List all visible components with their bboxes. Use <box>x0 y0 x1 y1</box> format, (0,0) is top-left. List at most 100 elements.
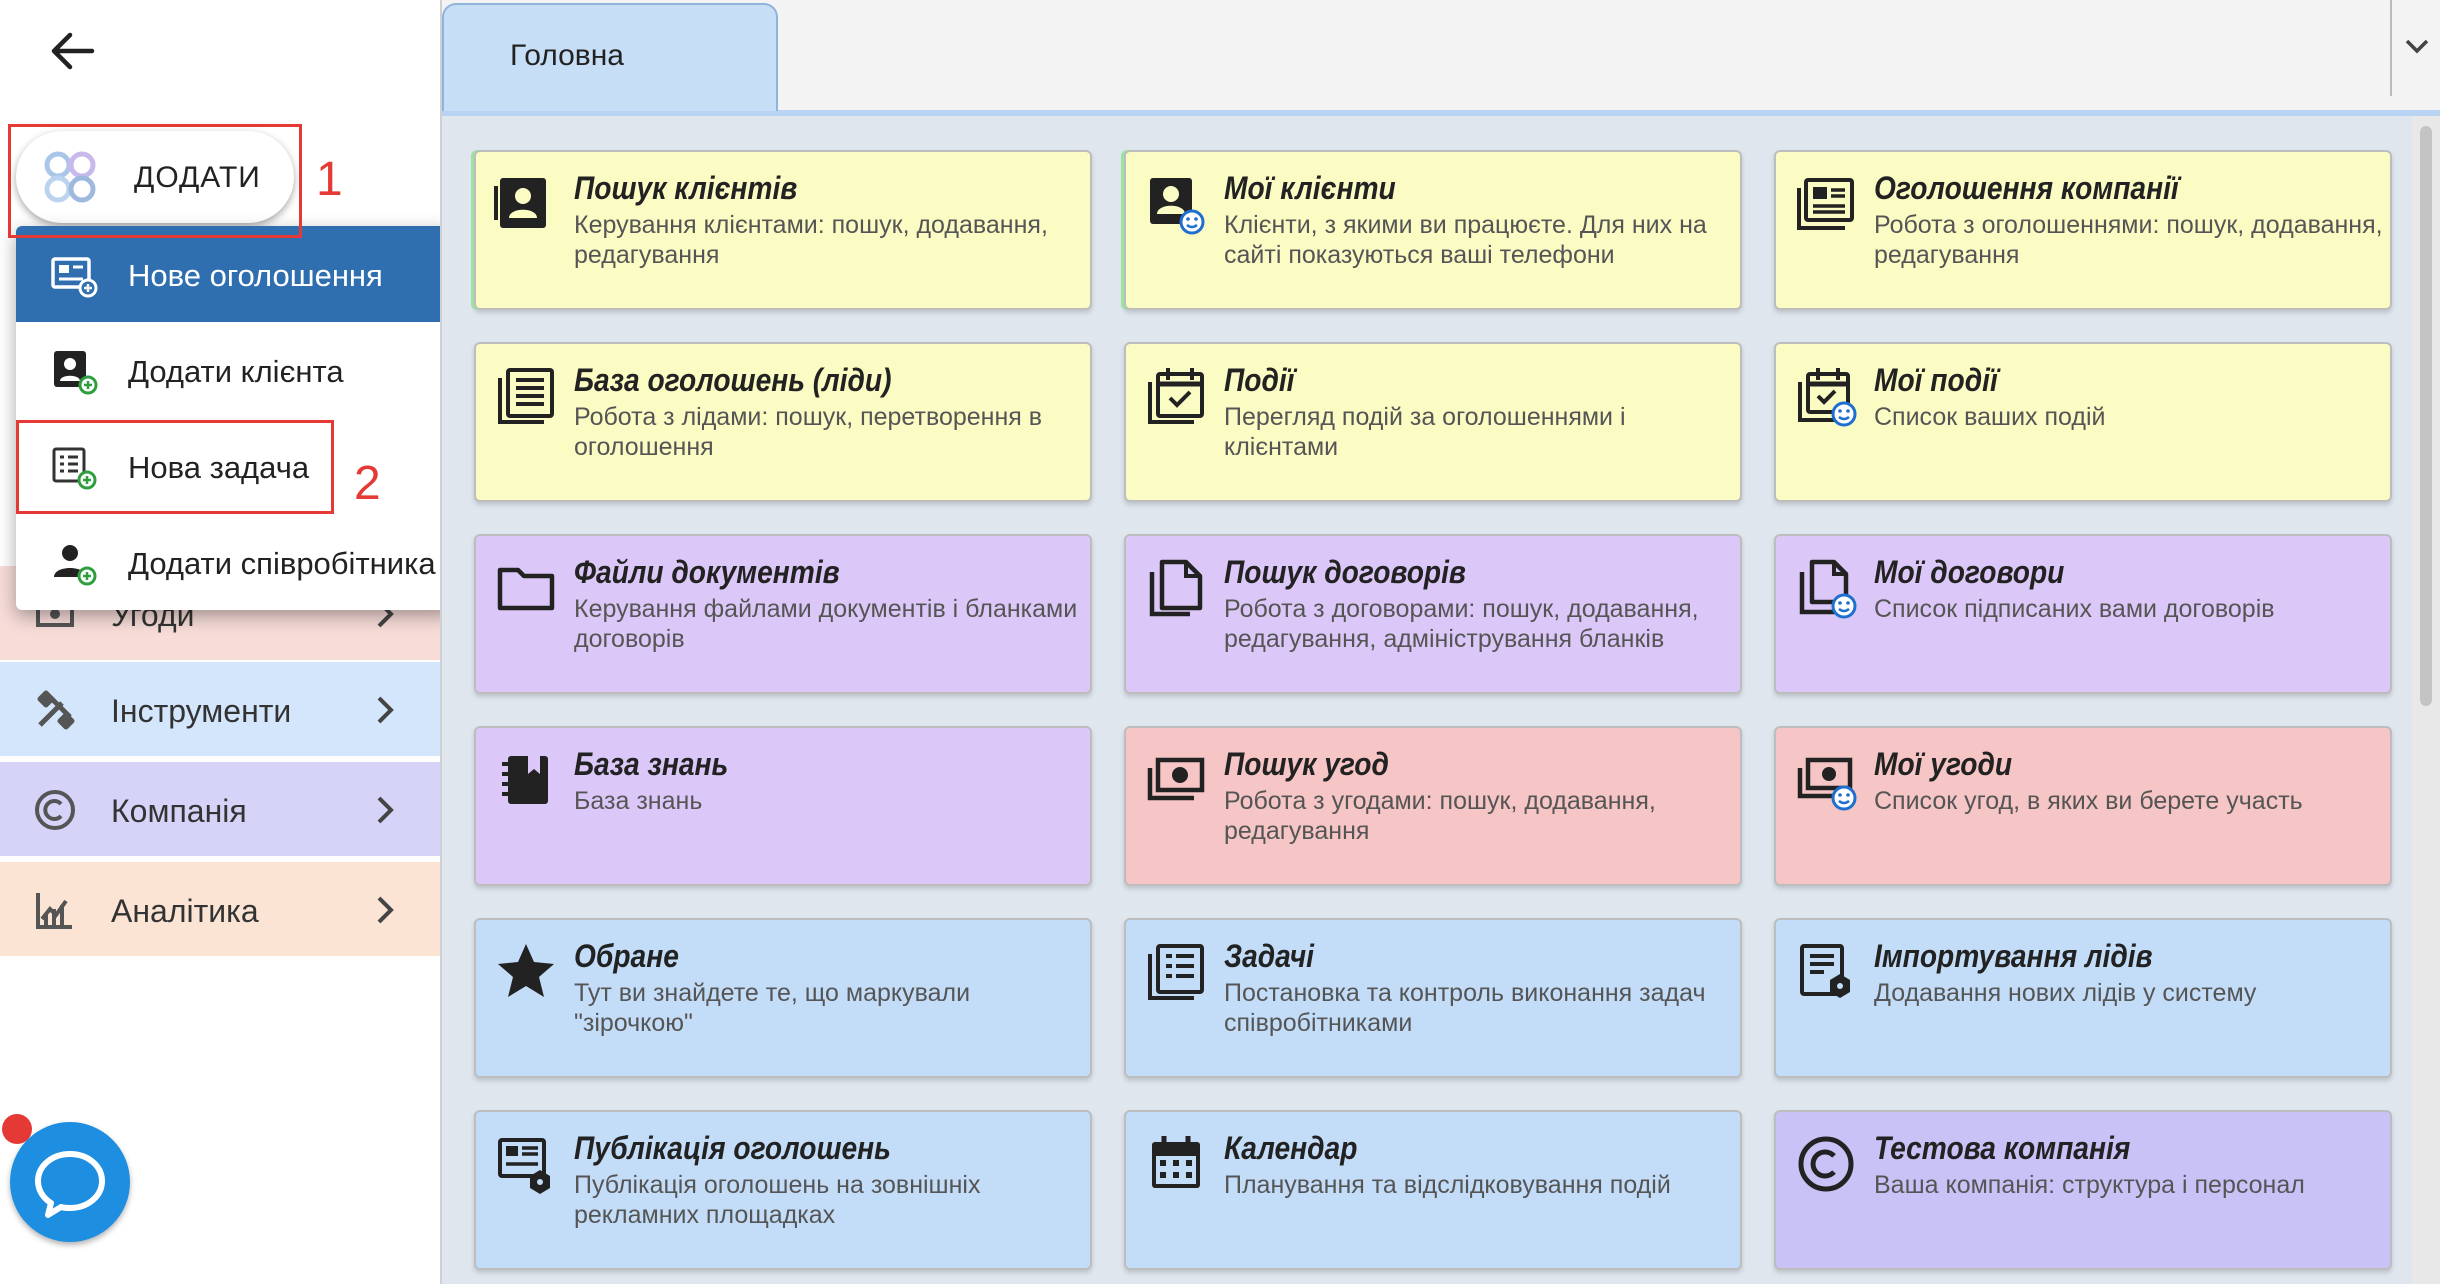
add-menu: Нове оголошення Додати клієнта Нова зада… <box>16 226 453 610</box>
analytics-icon <box>32 887 78 933</box>
tab-bar: Головна <box>442 0 2440 116</box>
contact-card-icon <box>494 172 558 236</box>
tile-company[interactable]: Тестова компанія Ваша компанія: структура… <box>1774 1110 2392 1270</box>
tile-title: Пошук угод <box>1224 746 1389 782</box>
sidebar-item-label: Інструменти <box>111 693 292 729</box>
money-icon <box>1144 748 1208 812</box>
tile-description: Постановка та контроль виконання задач с… <box>1224 979 1706 1037</box>
tile-calendar-check[interactable]: Події Перегляд подій за оголошеннями і кл… <box>1124 342 1742 502</box>
tile-contact-card[interactable]: Пошук клієнтів Керування клієнтами: пошук… <box>474 150 1092 310</box>
menu-item-new-listing[interactable]: Нове оголошення <box>16 226 453 322</box>
import-icon <box>1794 940 1858 1004</box>
menu-item-label: Нове оголошення <box>128 258 383 293</box>
folder-icon <box>494 556 558 620</box>
tile-notebook[interactable]: База знань База знань <box>474 726 1092 886</box>
tile-description: Додавання нових лідів у систему <box>1874 979 2257 1007</box>
sidebar-item-company[interactable]: Компанія <box>0 762 440 856</box>
back-arrow-icon[interactable] <box>44 22 102 80</box>
listing-base-icon <box>494 364 558 428</box>
annotation-number: 1 <box>316 153 343 206</box>
tile-description: Робота з договорами: пошук, додавання, р… <box>1224 595 1699 653</box>
menu-item-label: Додати співробітника <box>128 546 436 581</box>
company-icon <box>1794 1132 1858 1196</box>
tile-description: База знань <box>574 787 703 815</box>
annotation-number: 2 <box>354 457 381 510</box>
tile-money[interactable]: Пошук угод Робота з угодами: пошук, додав… <box>1124 726 1742 886</box>
listings-icon <box>1794 172 1858 236</box>
tile-title: Події <box>1224 362 1295 398</box>
tile-title: Обране <box>574 938 679 974</box>
tile-title: Файли документів <box>574 554 840 590</box>
sidebar: ДОДАТИ Угоди Інструменти Компанія Аналіт… <box>0 0 453 1284</box>
listing-add-icon <box>50 251 98 299</box>
tile-description: Перегляд подій за оголошеннями і клієнта… <box>1224 403 1626 461</box>
tile-tasks[interactable]: Задачі Постановка та контроль виконання з… <box>1124 918 1742 1078</box>
my-contact-card-icon <box>1144 172 1208 236</box>
chevron-right-icon <box>370 693 400 727</box>
star-icon <box>494 940 558 1004</box>
tile-title: База знань <box>574 746 729 782</box>
calendar-icon <box>1144 1132 1208 1196</box>
tile-listings[interactable]: Оголошення компанії Робота з оголошеннями… <box>1774 150 2392 310</box>
menu-item-add-employee[interactable]: Додати співробітника <box>16 514 453 610</box>
tile-calendar[interactable]: Календар Планування та відслідковування п… <box>1124 1110 1742 1270</box>
tab-home[interactable]: Головна <box>442 3 778 111</box>
tile-description: Список ваших подій <box>1874 403 2106 431</box>
my-documents-icon <box>1794 556 1858 620</box>
sidebar-item-analytics[interactable]: Аналітика <box>0 862 440 956</box>
tile-title: Імпортування лідів <box>1874 938 2153 974</box>
tile-title: Мої угоди <box>1874 746 2013 782</box>
tasks-icon <box>1144 940 1208 1004</box>
tile-title: Пошук клієнтів <box>574 170 798 206</box>
tile-listing-base[interactable]: База оголошень (ліди) Робота з лідами: по… <box>474 342 1092 502</box>
tile-description: Робота з оголошеннями: пошук, додавання,… <box>1874 211 2383 269</box>
tile-description: Клієнти, з якими ви працюєте. Для них на… <box>1224 211 1707 269</box>
tile-description: Список підписаних вами договорів <box>1874 595 2275 623</box>
tile-title: Оголошення компанії <box>1874 170 2179 206</box>
main-area: Головна Пошук клієнтів Керування клієнтам… <box>442 0 2440 1284</box>
tab-label: Головна <box>510 39 624 72</box>
tile-star[interactable]: Обране Тут ви знайдете те, що маркували "… <box>474 918 1092 1078</box>
tile-my-documents[interactable]: Мої договори Список підписаних вами догов… <box>1774 534 2392 694</box>
tools-icon <box>32 687 78 733</box>
tile-description: Список угод, в яких ви берете участь <box>1874 787 2303 815</box>
tile-my-calendar-check[interactable]: Мої події Список ваших подій <box>1774 342 2392 502</box>
employee-add-icon <box>50 539 98 587</box>
tile-my-contact-card[interactable]: Мої клієнти Клієнти, з якими ви працюєте.… <box>1124 150 1742 310</box>
publish-icon <box>494 1132 558 1196</box>
tile-description: Робота з угодами: пошук, додавання, реда… <box>1224 787 1656 845</box>
sidebar-item-tools[interactable]: Інструменти <box>0 662 440 756</box>
tabs-dropdown-button[interactable] <box>2390 0 2440 96</box>
tile-description: Керування клієнтами: пошук, додавання, р… <box>574 211 1048 269</box>
chat-icon <box>35 1151 105 1218</box>
tile-import[interactable]: Імпортування лідів Додавання нових лідів … <box>1774 918 2392 1078</box>
notebook-icon <box>494 748 558 812</box>
tile-folder[interactable]: Файли документів Керування файлами докуме… <box>474 534 1092 694</box>
menu-item-label: Додати клієнта <box>128 354 344 389</box>
tile-title: Публікація оголошень <box>574 1130 891 1166</box>
documents-icon <box>1144 556 1208 620</box>
tile-title: Пошук договорів <box>1224 554 1466 590</box>
tile-title: Мої клієнти <box>1224 170 1396 206</box>
my-calendar-check-icon <box>1794 364 1858 428</box>
copyright-icon <box>32 787 78 833</box>
tile-title: Мої договори <box>1874 554 2065 590</box>
highlight-box-new-task <box>16 420 334 514</box>
tile-documents[interactable]: Пошук договорів Робота з договорами: пошу… <box>1124 534 1742 694</box>
tile-description: Ваша компанія: структура і персонал <box>1874 1171 2305 1199</box>
my-money-icon <box>1794 748 1858 812</box>
tile-title: Тестова компанія <box>1874 1130 2131 1166</box>
chat-button[interactable] <box>10 1122 130 1242</box>
tile-description: Планування та відслідковування подій <box>1224 1171 1671 1199</box>
chevron-right-icon <box>370 893 400 927</box>
tile-title: Мої події <box>1874 362 1998 398</box>
tile-my-money[interactable]: Мої угоди Список угод, в яких ви берете у… <box>1774 726 2392 886</box>
calendar-check-icon <box>1144 364 1208 428</box>
menu-item-add-client[interactable]: Додати клієнта <box>16 322 453 418</box>
scrollbar-thumb[interactable] <box>2420 126 2432 706</box>
sidebar-item-label: Аналітика <box>111 893 259 929</box>
chevron-right-icon <box>370 793 400 827</box>
tile-title: База оголошень (ліди) <box>574 362 892 398</box>
tile-publish[interactable]: Публікація оголошень Публікація оголошень… <box>474 1110 1092 1270</box>
tile-description: Публікація оголошень на зовнішніх реклам… <box>574 1171 981 1229</box>
